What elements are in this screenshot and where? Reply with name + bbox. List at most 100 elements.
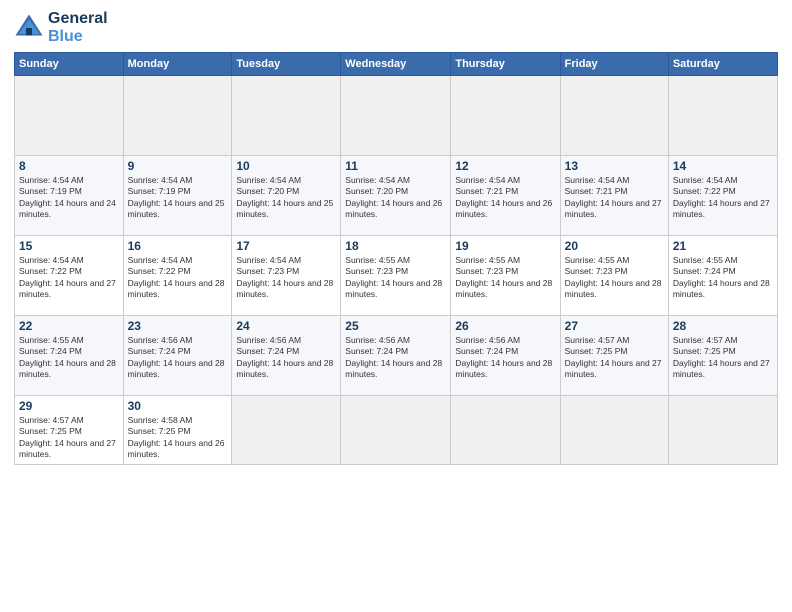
day-info: Sunrise: 4:55 AMSunset: 7:23 PMDaylight:… [345,255,446,301]
day-number: 24 [236,319,336,333]
calendar-header-row: SundayMondayTuesdayWednesdayThursdayFrid… [15,53,778,76]
calendar-cell: 18 Sunrise: 4:55 AMSunset: 7:23 PMDayligh… [341,236,451,316]
calendar-cell: 8 Sunrise: 4:54 AMSunset: 7:19 PMDaylight… [15,156,124,236]
calendar-week-row [15,76,778,156]
calendar-cell: 13 Sunrise: 4:54 AMSunset: 7:21 PMDayligh… [560,156,668,236]
day-number: 15 [19,239,119,253]
day-info: Sunrise: 4:54 AMSunset: 7:23 PMDaylight:… [236,255,336,301]
day-number: 17 [236,239,336,253]
day-info: Sunrise: 4:54 AMSunset: 7:22 PMDaylight:… [673,175,773,221]
day-info: Sunrise: 4:54 AMSunset: 7:20 PMDaylight:… [236,175,336,221]
day-number: 12 [455,159,555,173]
day-number: 10 [236,159,336,173]
calendar-cell: 15 Sunrise: 4:54 AMSunset: 7:22 PMDayligh… [15,236,124,316]
calendar-cell [668,396,777,465]
calendar-week-row: 29 Sunrise: 4:57 AMSunset: 7:25 PMDayligh… [15,396,778,465]
calendar-header-friday: Friday [560,53,668,76]
calendar-table: SundayMondayTuesdayWednesdayThursdayFrid… [14,52,778,465]
calendar-cell [232,396,341,465]
day-info: Sunrise: 4:54 AMSunset: 7:20 PMDaylight:… [345,175,446,221]
day-number: 16 [128,239,228,253]
day-number: 28 [673,319,773,333]
calendar-week-row: 8 Sunrise: 4:54 AMSunset: 7:19 PMDaylight… [15,156,778,236]
day-info: Sunrise: 4:57 AMSunset: 7:25 PMDaylight:… [565,335,664,381]
day-info: Sunrise: 4:55 AMSunset: 7:23 PMDaylight:… [455,255,555,301]
calendar-cell: 20 Sunrise: 4:55 AMSunset: 7:23 PMDayligh… [560,236,668,316]
calendar-header-sunday: Sunday [15,53,124,76]
calendar-cell: 25 Sunrise: 4:56 AMSunset: 7:24 PMDayligh… [341,316,451,396]
calendar-week-row: 15 Sunrise: 4:54 AMSunset: 7:22 PMDayligh… [15,236,778,316]
calendar-header-wednesday: Wednesday [341,53,451,76]
day-number: 27 [565,319,664,333]
calendar-cell [232,76,341,156]
day-number: 11 [345,159,446,173]
day-number: 22 [19,319,119,333]
day-number: 26 [455,319,555,333]
day-info: Sunrise: 4:57 AMSunset: 7:25 PMDaylight:… [19,415,119,461]
day-number: 8 [19,159,119,173]
calendar-cell [451,396,560,465]
day-number: 19 [455,239,555,253]
calendar-cell: 22 Sunrise: 4:55 AMSunset: 7:24 PMDayligh… [15,316,124,396]
calendar-cell: 19 Sunrise: 4:55 AMSunset: 7:23 PMDayligh… [451,236,560,316]
day-info: Sunrise: 4:57 AMSunset: 7:25 PMDaylight:… [673,335,773,381]
calendar-cell: 10 Sunrise: 4:54 AMSunset: 7:20 PMDayligh… [232,156,341,236]
calendar-week-row: 22 Sunrise: 4:55 AMSunset: 7:24 PMDayligh… [15,316,778,396]
day-info: Sunrise: 4:54 AMSunset: 7:22 PMDaylight:… [19,255,119,301]
calendar-cell [451,76,560,156]
calendar-header-monday: Monday [123,53,232,76]
calendar-cell [15,76,124,156]
calendar-cell: 9 Sunrise: 4:54 AMSunset: 7:19 PMDaylight… [123,156,232,236]
day-info: Sunrise: 4:55 AMSunset: 7:24 PMDaylight:… [673,255,773,301]
logo-text: General Blue [48,10,108,46]
calendar-cell: 21 Sunrise: 4:55 AMSunset: 7:24 PMDayligh… [668,236,777,316]
day-info: Sunrise: 4:56 AMSunset: 7:24 PMDaylight:… [345,335,446,381]
calendar-cell: 28 Sunrise: 4:57 AMSunset: 7:25 PMDayligh… [668,316,777,396]
day-info: Sunrise: 4:56 AMSunset: 7:24 PMDaylight:… [455,335,555,381]
calendar-cell: 27 Sunrise: 4:57 AMSunset: 7:25 PMDayligh… [560,316,668,396]
calendar-cell: 14 Sunrise: 4:54 AMSunset: 7:22 PMDayligh… [668,156,777,236]
day-number: 23 [128,319,228,333]
calendar-cell: 11 Sunrise: 4:54 AMSunset: 7:20 PMDayligh… [341,156,451,236]
logo: General Blue [14,10,108,46]
calendar-cell: 26 Sunrise: 4:56 AMSunset: 7:24 PMDayligh… [451,316,560,396]
day-number: 30 [128,399,228,413]
logo-icon [14,13,44,43]
calendar-cell [560,76,668,156]
day-number: 18 [345,239,446,253]
calendar-cell [123,76,232,156]
calendar-cell: 12 Sunrise: 4:54 AMSunset: 7:21 PMDayligh… [451,156,560,236]
calendar-cell: 30 Sunrise: 4:58 AMSunset: 7:25 PMDayligh… [123,396,232,465]
day-info: Sunrise: 4:55 AMSunset: 7:23 PMDaylight:… [565,255,664,301]
day-number: 29 [19,399,119,413]
calendar-header-saturday: Saturday [668,53,777,76]
day-number: 9 [128,159,228,173]
calendar-cell [341,76,451,156]
calendar-header-tuesday: Tuesday [232,53,341,76]
day-number: 14 [673,159,773,173]
day-info: Sunrise: 4:54 AMSunset: 7:21 PMDaylight:… [565,175,664,221]
day-info: Sunrise: 4:58 AMSunset: 7:25 PMDaylight:… [128,415,228,461]
page: General Blue SundayMondayTuesdayWednesda… [0,0,792,612]
calendar-cell [668,76,777,156]
calendar-cell [341,396,451,465]
day-number: 25 [345,319,446,333]
day-info: Sunrise: 4:54 AMSunset: 7:21 PMDaylight:… [455,175,555,221]
day-number: 20 [565,239,664,253]
day-number: 21 [673,239,773,253]
day-info: Sunrise: 4:54 AMSunset: 7:22 PMDaylight:… [128,255,228,301]
calendar-cell: 29 Sunrise: 4:57 AMSunset: 7:25 PMDayligh… [15,396,124,465]
calendar-cell: 23 Sunrise: 4:56 AMSunset: 7:24 PMDayligh… [123,316,232,396]
day-info: Sunrise: 4:55 AMSunset: 7:24 PMDaylight:… [19,335,119,381]
day-info: Sunrise: 4:56 AMSunset: 7:24 PMDaylight:… [236,335,336,381]
calendar-cell: 24 Sunrise: 4:56 AMSunset: 7:24 PMDayligh… [232,316,341,396]
calendar-header-thursday: Thursday [451,53,560,76]
calendar-cell: 17 Sunrise: 4:54 AMSunset: 7:23 PMDayligh… [232,236,341,316]
day-info: Sunrise: 4:56 AMSunset: 7:24 PMDaylight:… [128,335,228,381]
header: General Blue [14,10,778,46]
day-number: 13 [565,159,664,173]
calendar-cell [560,396,668,465]
calendar-cell: 16 Sunrise: 4:54 AMSunset: 7:22 PMDayligh… [123,236,232,316]
day-info: Sunrise: 4:54 AMSunset: 7:19 PMDaylight:… [128,175,228,221]
day-info: Sunrise: 4:54 AMSunset: 7:19 PMDaylight:… [19,175,119,221]
